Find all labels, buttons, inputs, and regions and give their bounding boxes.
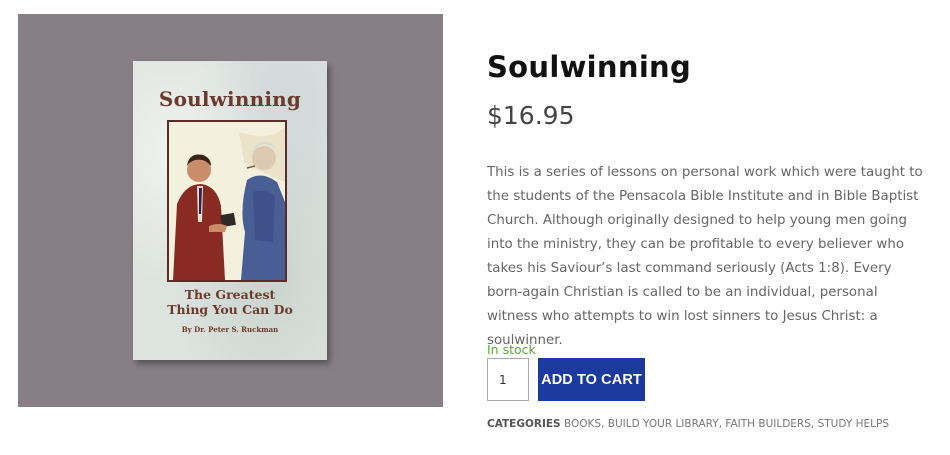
categories-label: CATEGORIES bbox=[487, 418, 561, 430]
product-price: $16.95 bbox=[487, 101, 575, 130]
product-title: Soulwinning bbox=[487, 50, 692, 84]
book-cover-image[interactable]: Soulwinning The Greatest Thing You Can D… bbox=[133, 61, 327, 360]
product-description: This is a series of lessons on personal … bbox=[487, 165, 923, 348]
category-link-faith-builders[interactable]: FAITH BUILDERS bbox=[725, 418, 811, 430]
cover-painting-icon bbox=[169, 122, 285, 280]
cover-author: By Dr. Peter S. Ruckman bbox=[181, 325, 279, 334]
product-image-gallery[interactable]: Soulwinning The Greatest Thing You Can D… bbox=[18, 14, 443, 407]
product-categories: CATEGORIES BOOKS, BUILD YOUR LIBRARY, FA… bbox=[487, 418, 889, 430]
cover-illustration bbox=[167, 120, 287, 282]
category-link-build-your-library[interactable]: BUILD YOUR LIBRARY bbox=[608, 418, 719, 430]
cover-title: Soulwinning bbox=[158, 87, 302, 111]
cover-subtitle-line2: Thing You Can Do bbox=[167, 302, 293, 317]
stock-status: In stock bbox=[487, 342, 536, 357]
add-to-cart-button[interactable]: ADD TO CART bbox=[538, 358, 645, 401]
category-link-books[interactable]: BOOKS bbox=[564, 418, 601, 430]
quantity-input[interactable] bbox=[487, 358, 529, 401]
category-link-study-helps[interactable]: STUDY HELPS bbox=[818, 418, 889, 430]
cover-subtitle-line1: The Greatest bbox=[184, 287, 276, 302]
cover-subtitle: The Greatest Thing You Can Do bbox=[133, 287, 327, 317]
